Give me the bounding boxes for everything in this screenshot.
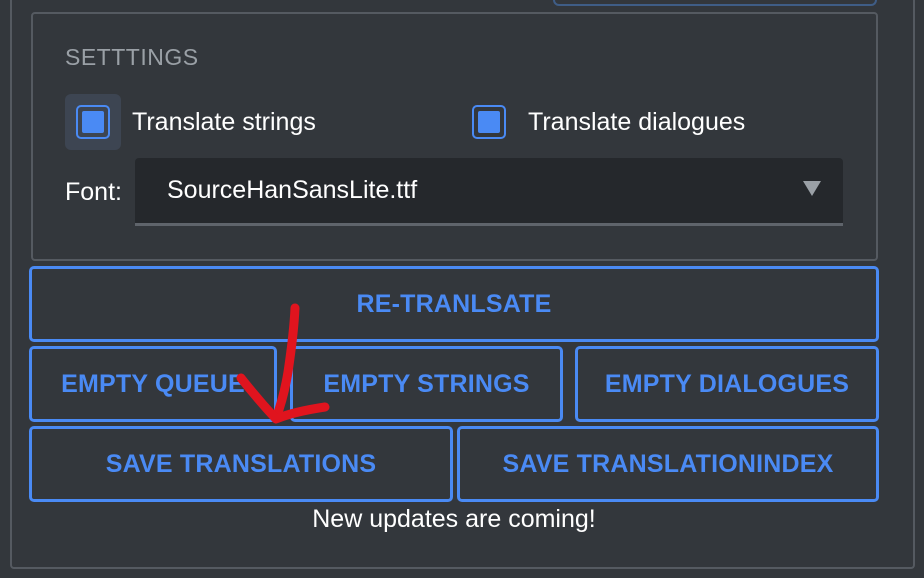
save-translations-button[interactable]: SAVE TRANSLATIONS <box>29 426 453 502</box>
save-translationindex-button[interactable]: SAVE TRANSLATIONINDEX <box>457 426 879 502</box>
empty-queue-button[interactable]: EMPTY QUEUE <box>29 346 277 422</box>
dropdown-arrow-icon <box>803 181 821 196</box>
retranslate-button[interactable]: RE-TRANLSATE <box>29 266 879 342</box>
font-label: Font: <box>65 178 122 206</box>
translate-dialogues-label: Translate dialogues <box>528 108 746 136</box>
translate-strings-label: Translate strings <box>132 108 316 136</box>
footer-message: New updates are coming! <box>312 505 596 533</box>
empty-strings-button[interactable]: EMPTY STRINGS <box>290 346 563 422</box>
checkbox-box <box>76 105 110 139</box>
app-root: SETTTINGS Translate strings Translate di… <box>0 0 924 578</box>
empty-dialogues-button[interactable]: EMPTY DIALOGUES <box>575 346 879 422</box>
top-tab-edge <box>553 0 877 6</box>
font-select-value: SourceHanSansLite.ttf <box>167 176 418 204</box>
checkbox-box <box>472 105 506 139</box>
checkbox-checked-icon <box>478 111 500 133</box>
checkbox-checked-icon <box>82 111 104 133</box>
translate-dialogues-checkbox[interactable] <box>461 94 517 150</box>
font-select[interactable]: SourceHanSansLite.ttf <box>135 158 843 226</box>
translate-strings-checkbox[interactable] <box>65 94 121 150</box>
settings-title: SETTTINGS <box>65 44 199 70</box>
